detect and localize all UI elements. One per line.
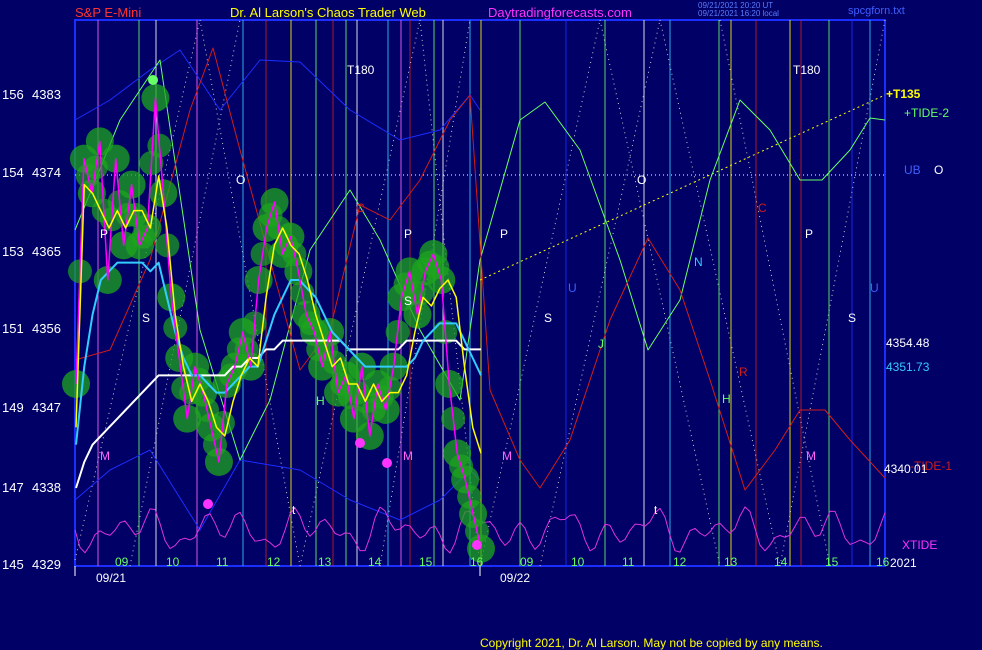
- y-tick-left: 153: [2, 244, 24, 259]
- data-file-label: spcgforn.txt: [848, 5, 905, 17]
- level-label: 4340.01: [884, 462, 928, 476]
- chart-annotation: M: [502, 449, 512, 463]
- site-title: Dr. Al Larson's Chaos Trader Web: [230, 5, 426, 20]
- x-tick-label: 12: [673, 555, 687, 569]
- copyright-notice: Copyright 2021, Dr. Al Larson. May not b…: [480, 636, 823, 650]
- slow-average-line: [75, 339, 481, 489]
- dotted-projection-line: [719, 19, 831, 567]
- chart-annotation: t: [292, 503, 296, 517]
- dotted-projection-line: [659, 19, 781, 567]
- chart-annotation: M: [100, 449, 110, 463]
- turn-point-dot: [472, 540, 482, 550]
- x-tick-label: 14: [368, 555, 382, 569]
- chart-annotation: S: [544, 311, 552, 325]
- y-tick-price: 4383: [32, 87, 61, 102]
- chart-annotation: U: [870, 281, 879, 295]
- date-label: 09/22: [500, 571, 531, 585]
- site-url[interactable]: Daytradingforecasts.com: [488, 5, 632, 20]
- chart-annotation: C: [758, 201, 767, 215]
- x-tick-label: 14: [774, 555, 788, 569]
- chart-annotation: M: [806, 449, 816, 463]
- chart-annotation: H: [316, 394, 325, 408]
- lower-band-line: [74, 449, 481, 531]
- turn-point-dot: [148, 75, 158, 85]
- dotted-projection-line: [539, 19, 661, 567]
- chart-annotation: N: [694, 255, 703, 269]
- x-tick-label: 09: [520, 555, 534, 569]
- price-cloud: [62, 84, 495, 563]
- y-tick-price: 4374: [32, 165, 61, 180]
- x-tick-label: 13: [318, 555, 332, 569]
- y-tick-price: 4329: [32, 557, 61, 572]
- y-tick-price: 4338: [32, 480, 61, 495]
- legend-o: O: [934, 163, 944, 177]
- level-label: 4351.73: [886, 360, 930, 374]
- chart-annotation: C: [356, 201, 365, 215]
- chart-window: T180 T180 O O P P P P S S S S H H M M M M C C N R J U Ut t 09 10 11 1…: [0, 0, 982, 650]
- upper-band-line: [74, 49, 481, 141]
- x-tick-label: 15: [419, 555, 433, 569]
- x-tick-label: 16: [470, 555, 484, 569]
- level-label: 4354.48: [886, 336, 930, 350]
- chart-annotation: S: [142, 311, 150, 325]
- legend-t135: +T135: [886, 87, 921, 101]
- chart-annotation: T180: [347, 63, 375, 77]
- turn-point-dot: [382, 458, 392, 468]
- timestamp-block: 09/21/2021 20:20 UT 09/21/2021 16:20 loc…: [698, 2, 779, 18]
- y-tick-price: 4365: [32, 244, 61, 259]
- date-label: 09/21: [96, 571, 127, 585]
- chart-canvas: T180 T180O OP P P PS SSSH HM M M MC CNRJU Ut t09 10 11 1…: [62, 19, 890, 576]
- x-tick-label: 10: [571, 555, 585, 569]
- x-tick-label: 13: [724, 555, 738, 569]
- chart-annotation: P: [100, 227, 108, 241]
- chart-annotation: S: [848, 311, 856, 325]
- legend-ub: UB: [904, 163, 921, 177]
- chart-annotation: M: [403, 449, 413, 463]
- dotted-projection-line: [479, 19, 601, 567]
- chart-annotation: P: [404, 227, 412, 241]
- chart-annotation: U: [568, 281, 577, 295]
- dotted-projection-line: [599, 19, 721, 567]
- y-tick-left: 145: [2, 557, 24, 572]
- turn-point-dot: [355, 438, 365, 448]
- chart-annotation: O: [236, 173, 245, 187]
- x-tick-label: 10: [166, 555, 180, 569]
- y-tick-price: 4347: [32, 400, 61, 415]
- symbol-title: S&P E-Mini: [75, 5, 142, 20]
- chart-annotation: P: [500, 227, 508, 241]
- chart-annotation: J: [598, 337, 604, 351]
- x-tick-label: 09: [115, 555, 129, 569]
- turn-point-dot: [203, 499, 213, 509]
- x-tick-label: 11: [216, 555, 229, 569]
- chart-annotation: O: [637, 173, 646, 187]
- y-tick-left: 149: [2, 400, 24, 415]
- chart-annotation: R: [739, 365, 748, 379]
- chart-annotation: H: [722, 392, 731, 406]
- x-tick-label: 16: [876, 555, 890, 569]
- x-tick-label: 12: [267, 555, 281, 569]
- x-tick-label: 15: [825, 555, 839, 569]
- y-tick-price: 4356: [32, 321, 61, 336]
- y-tick-left: 154: [2, 165, 24, 180]
- chart-annotation: P: [805, 227, 813, 241]
- legend-tide-plus2: +TIDE-2: [904, 106, 950, 120]
- y-tick-left: 156: [2, 87, 24, 102]
- chart-annotation: T180: [793, 63, 821, 77]
- x-tick-label: 11: [622, 555, 635, 569]
- chart-annotation: S: [404, 294, 412, 308]
- legend-year: 2021: [890, 556, 917, 570]
- timestamp-local: 09/21/2021 16:20 local: [698, 9, 779, 18]
- y-tick-left: 147: [2, 480, 24, 495]
- y-tick-left: 151: [2, 321, 24, 336]
- legend-xtide: XTIDE: [902, 538, 938, 552]
